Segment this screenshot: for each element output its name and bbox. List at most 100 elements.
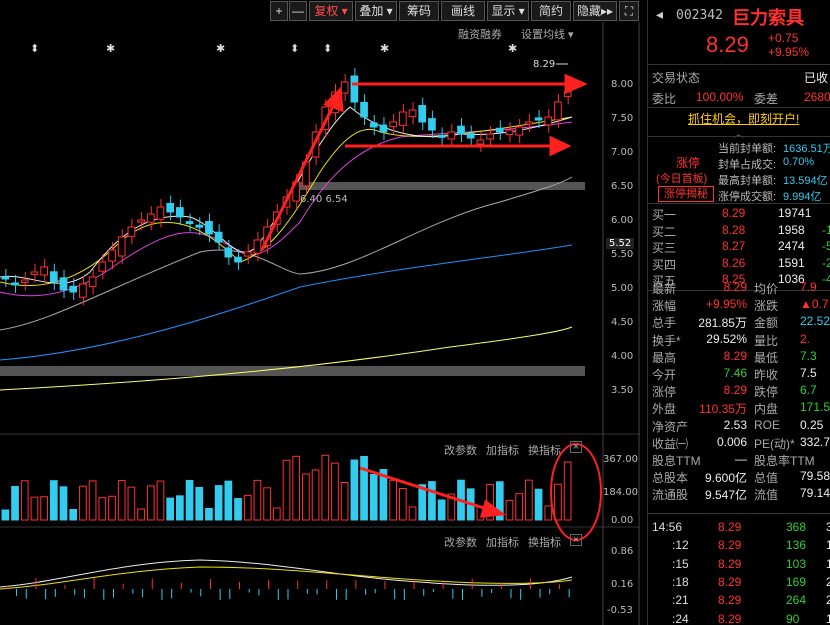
volume-bar: [49, 480, 58, 521]
limit-line-label: 当前封单额:: [718, 143, 777, 155]
order-book-row[interactable]: 买二 8.28 1958 -16: [648, 222, 830, 239]
tick-price: 8.29: [718, 593, 742, 608]
price-axis-650: 6.50: [611, 181, 634, 192]
limit-line-value: 13.594亿: [783, 175, 828, 187]
stat-value: 8.29: [723, 280, 747, 294]
stat-value: 8.29: [723, 348, 747, 363]
candle: [156, 206, 165, 220]
xianshi-button[interactable]: 显示 ▾: [487, 1, 529, 21]
tick-time: 14:56: [652, 520, 683, 534]
volume-bar: [282, 459, 291, 521]
current-price-tag: 5.52: [606, 238, 635, 249]
tick-count: 2: [826, 593, 830, 607]
limit-line-value: 9.994亿: [783, 191, 822, 203]
candle: [205, 221, 213, 235]
stat-label: 净资产: [652, 419, 689, 434]
stat-value-2: ▲0.7: [800, 297, 829, 312]
volume-bar: [408, 506, 417, 521]
stat-value: 2.53: [723, 417, 747, 432]
vol-close-icon[interactable]: ×: [570, 441, 582, 453]
candle: [437, 134, 446, 138]
stat-row: 股息TTM — 股息率TTM: [648, 451, 830, 468]
stat-label: 换手*: [652, 333, 681, 348]
volume-bar: [311, 469, 320, 521]
stat-value: 0.006: [716, 434, 747, 449]
bid-change: -2: [822, 255, 830, 270]
tick-volume: 90: [786, 611, 800, 625]
expand-icon[interactable]: ⛶: [619, 1, 639, 21]
chouma-button[interactable]: 筹码: [399, 1, 439, 21]
price-axis-600: 6.00: [611, 215, 634, 226]
macd-gai-canshu[interactable]: 改参数: [444, 534, 477, 550]
macd-axis-min: -0.53: [607, 605, 633, 616]
candle: [40, 266, 48, 276]
volume-bar: [525, 479, 533, 521]
stat-label: 股息TTM: [652, 454, 701, 468]
volume-bar: [544, 505, 553, 521]
vol-huan-zhibiao[interactable]: 换指标: [528, 442, 561, 458]
annotation-low: 6.40 6.54: [300, 194, 348, 205]
candle: [30, 271, 39, 275]
stat-value: 110.35万: [699, 402, 747, 417]
candle: [369, 122, 378, 128]
order-book-row[interactable]: 买四 8.26 1591 -2: [648, 255, 830, 272]
zoom-in-button[interactable]: +: [270, 1, 288, 21]
candle: [457, 125, 465, 135]
back-arrow-icon[interactable]: ◂: [656, 6, 663, 23]
stat-row: 今开 7.46 昨收 7.5: [648, 365, 830, 382]
macd-huan-zhibiao[interactable]: 换指标: [528, 534, 561, 550]
volume-bar: [554, 483, 562, 521]
tick-count: 2: [826, 575, 830, 589]
candle: [108, 249, 116, 262]
macd-jia-zhibiao[interactable]: 加指标: [486, 534, 519, 550]
candle: [534, 117, 543, 121]
volume-bar: [340, 481, 349, 521]
diejia-button[interactable]: 叠加 ▾: [355, 1, 397, 21]
limit-line-label: 涨停成交额:: [718, 191, 777, 203]
volume-bar: [234, 498, 242, 521]
stat-row: 涨幅 +9.95% 涨跌 ▲0.7: [648, 296, 830, 313]
bid-label: 买二: [652, 224, 677, 239]
tick-volume: 264: [786, 593, 807, 608]
stat-value-2: 79.58: [800, 469, 830, 484]
stock-change-pct: +9.95%: [768, 45, 810, 59]
bid-volume: 2474: [778, 239, 805, 253]
candle: [117, 236, 126, 257]
vol-gai-canshu[interactable]: 改参数: [444, 442, 477, 458]
jianyue-button[interactable]: 简约: [531, 1, 571, 21]
order-book-row[interactable]: 买三 8.27 2474 -5: [648, 238, 830, 255]
zoom-out-button[interactable]: —: [289, 1, 307, 21]
stat-value: 7.46: [723, 366, 747, 380]
macd-axis-max: 0.86: [611, 546, 634, 557]
yincang-button[interactable]: 隐藏▸▸: [573, 1, 617, 21]
svg-text:✱: ✱: [216, 42, 225, 55]
tick-time: :24: [672, 611, 689, 625]
volume-bar: [214, 485, 223, 521]
vol-jia-zhibiao[interactable]: 加指标: [486, 442, 519, 458]
volume-bar: [127, 486, 136, 521]
candle: [253, 239, 262, 254]
bid-change: -16: [822, 222, 830, 237]
tick-price: 8.29: [718, 611, 742, 625]
vol-axis-mid: 184.00: [603, 487, 638, 498]
stat-label-2: 总值: [754, 471, 779, 486]
volume-bar: [253, 479, 262, 521]
volume-bar: [205, 507, 213, 521]
volume-bar: [1, 509, 10, 521]
candle: [79, 283, 87, 298]
huaxian-button[interactable]: 画线: [441, 1, 485, 21]
stat-label-2: 股息率TTM: [754, 454, 815, 468]
order-book-row[interactable]: 买一 8.29 19741: [648, 205, 830, 222]
candle: [544, 116, 553, 126]
fuquan-button[interactable]: 复权 ▾: [309, 1, 353, 21]
volume-bar: [389, 479, 397, 521]
candle: [146, 213, 155, 223]
promo-link[interactable]: 抓住机会，即刻开户!: [688, 110, 799, 127]
candle: [360, 101, 368, 118]
macd-close-icon[interactable]: ×: [570, 534, 582, 546]
weibi-label: 委比: [652, 92, 677, 106]
candle: [398, 111, 407, 126]
volume-bar: [437, 499, 446, 521]
stat-value-2: 79.14: [800, 486, 830, 501]
volume-bar: [137, 508, 145, 521]
